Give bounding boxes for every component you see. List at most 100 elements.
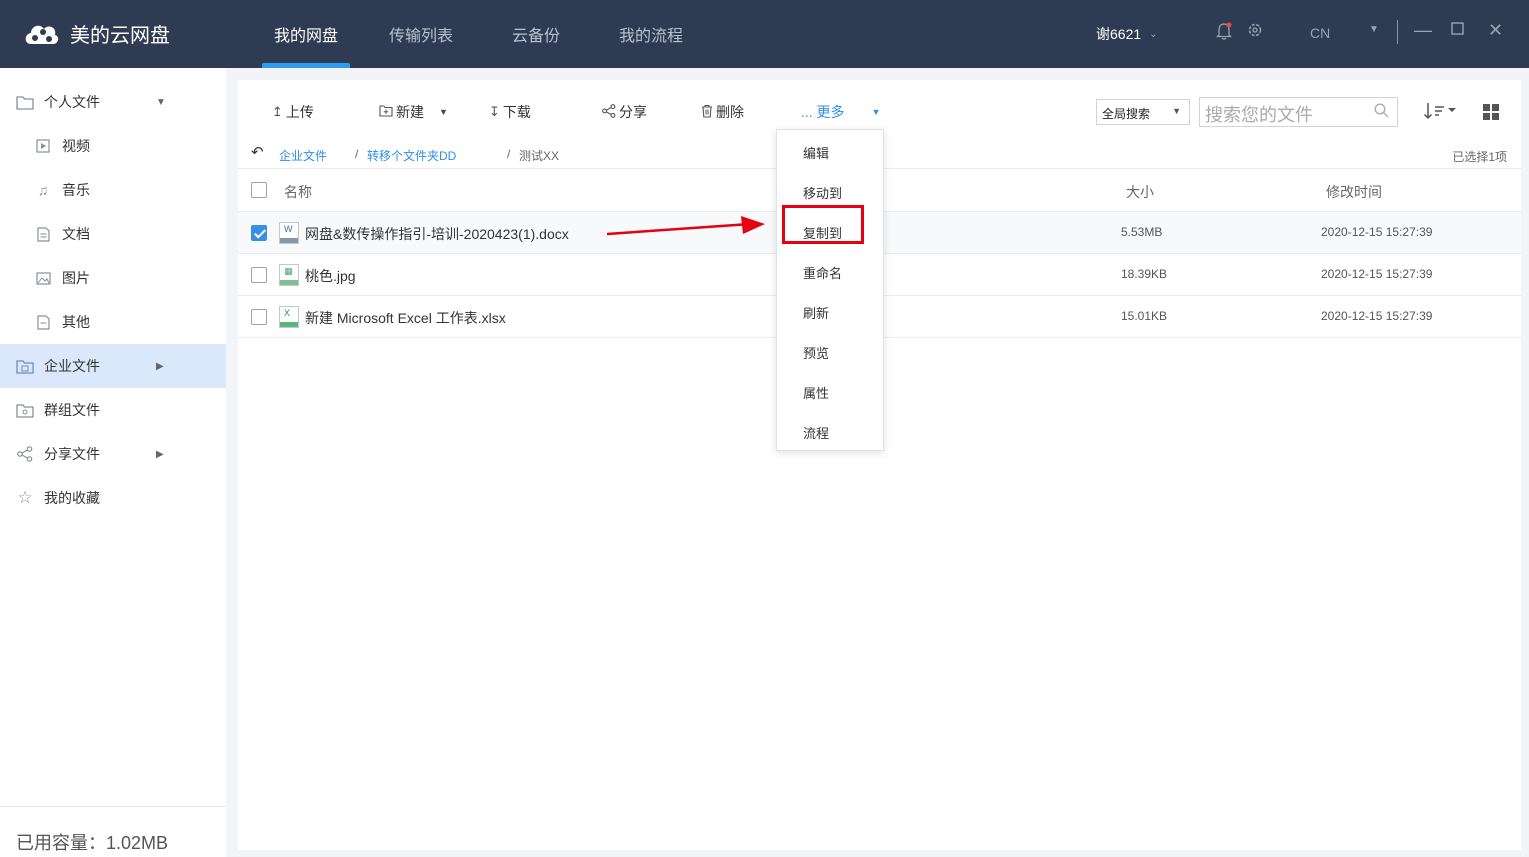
sidebar-item-favorites[interactable]: ☆ 我的收藏 [0,476,226,520]
tab-cloud-backup[interactable]: 云备份 [512,22,560,46]
file-mtime: 2020-12-15 15:27:39 [1321,225,1433,239]
top-bar: 美的云网盘 我的网盘 传输列表 云备份 我的流程 谢6621 ⌄ CN ▼ — … [0,0,1529,68]
search-icon[interactable] [1374,103,1389,121]
file-mtime: 2020-12-15 15:27:39 [1321,309,1433,323]
search-input[interactable]: 搜索您的文件 [1199,97,1398,127]
video-icon [34,137,52,155]
tab-my-drive[interactable]: 我的网盘 [274,22,338,46]
active-tab-indicator [262,63,350,68]
column-name-header[interactable]: 名称 [284,182,312,202]
sidebar-item-video[interactable]: 视频 [0,124,226,168]
group-folder-icon [16,401,34,419]
caret-down-icon[interactable]: ▼ [872,107,881,117]
file-size: 5.53MB [1121,225,1163,239]
language-selector[interactable]: CN [1310,25,1330,41]
row-checkbox[interactable] [251,267,267,283]
breadcrumb-separator: / [507,147,511,161]
highlight-box-annotation [782,205,864,244]
download-button[interactable]: ↧ 下载 [489,102,531,122]
gear-icon[interactable] [1247,22,1263,43]
sidebar-item-documents[interactable]: 文档 [0,212,226,256]
row-checkbox[interactable] [251,309,267,325]
image-icon [34,269,52,287]
sidebar-item-label: 企业文件 [44,358,100,374]
sidebar-item-other[interactable]: 其他 [0,300,226,344]
caret-down-icon: ▼ [1172,106,1181,116]
upload-label: 上传 [285,104,314,120]
search-placeholder: 搜索您的文件 [1205,105,1313,125]
file-name[interactable]: 新建 Microsoft Excel 工作表.xlsx [305,308,506,328]
caret-down-icon[interactable]: ▼ [1369,24,1379,35]
file-mtime: 2020-12-15 15:27:39 [1321,267,1433,281]
selection-count: 已选择1项 [1452,150,1507,164]
cloud-logo-icon [25,25,59,44]
minimize-icon[interactable]: — [1414,20,1432,41]
new-button[interactable]: 新建 ▼ [379,102,448,122]
sidebar-item-label: 其他 [62,314,90,330]
maximize-icon[interactable] [1451,22,1464,40]
sidebar-item-label: 音乐 [62,182,90,198]
user-name: 谢6621 [1096,26,1142,42]
sidebar-item-enterprise-files[interactable]: 企业文件 ▶ [0,344,226,388]
share-button[interactable]: 分享 [602,102,647,122]
search-scope-select[interactable]: 全局搜索 ▼ [1096,99,1190,125]
download-icon: ↧ [489,104,500,119]
star-icon: ☆ [17,488,33,507]
other-icon [34,313,52,331]
caret-right-icon[interactable]: ▶ [156,449,164,460]
tab-transfer-list[interactable]: 传输列表 [389,22,453,46]
menu-item-edit[interactable]: 编辑 [803,143,829,162]
menu-item-refresh[interactable]: 刷新 [803,303,829,322]
menu-item-properties[interactable]: 属性 [803,383,829,402]
close-icon[interactable]: ✕ [1488,20,1503,41]
search-scope-value: 全局搜索 [1102,107,1151,121]
enterprise-folder-icon [16,357,34,375]
delete-label: 删除 [716,104,744,120]
more-button[interactable]: ... 更多 ▼ [801,102,880,122]
menu-item-move-to[interactable]: 移动到 [803,183,842,202]
document-icon [34,225,52,243]
breadcrumb-item[interactable]: 转移个文件夹DD [367,147,456,164]
folder-icon [16,93,34,111]
breadcrumb-separator: / [355,147,359,161]
music-icon: ♫ [37,182,49,198]
breadcrumb-item[interactable]: 企业文件 [279,147,327,164]
user-menu[interactable]: 谢6621 ⌄ [1096,24,1158,44]
sidebar-item-personal-files[interactable]: 个人文件 ▼ [0,80,226,124]
sidebar-item-music[interactable]: ♫ 音乐 [0,168,226,212]
caret-down-icon[interactable]: ▼ [439,107,448,117]
sidebar-item-group-files[interactable]: 群组文件 [0,388,226,432]
back-icon[interactable]: ↶ [251,143,264,161]
storage-capacity: 已用容量：1.02MB [0,806,226,857]
upload-button[interactable]: ↥ 上传 [272,102,314,122]
red-arrow-annotation [606,216,765,236]
bell-icon[interactable] [1215,22,1233,45]
share-icon [16,445,34,463]
share-icon [602,103,616,121]
file-size: 18.39KB [1121,267,1168,281]
menu-item-preview[interactable]: 预览 [803,343,829,362]
sidebar-item-label: 视频 [62,138,90,154]
app-logo: 美的云网盘 [22,18,170,48]
sidebar-item-images[interactable]: 图片 [0,256,226,300]
sidebar-item-label: 图片 [62,270,90,286]
menu-item-workflow[interactable]: 流程 [803,423,829,442]
grid-view-icon[interactable] [1483,104,1499,123]
tab-my-workflow[interactable]: 我的流程 [619,22,683,46]
file-name[interactable]: 桃色.jpg [305,266,356,286]
sidebar-item-shared-files[interactable]: 分享文件 ▶ [0,432,226,476]
file-size: 15.01KB [1121,309,1168,323]
caret-down-icon[interactable]: ▼ [156,97,166,108]
app-title: 美的云网盘 [70,24,170,47]
sidebar-item-label: 群组文件 [44,402,100,418]
caret-right-icon[interactable]: ▶ [156,361,164,372]
file-name[interactable]: 网盘&数传操作指引-培训-2020423(1).docx [305,224,569,244]
column-mtime-header[interactable]: 修改时间 [1326,182,1382,202]
column-size-header[interactable]: 大小 [1126,182,1154,202]
delete-button[interactable]: 删除 [701,102,744,122]
upload-icon: ↥ [272,104,283,119]
menu-item-rename[interactable]: 重命名 [803,263,842,282]
select-all-checkbox[interactable] [251,182,267,198]
row-checkbox[interactable] [251,225,267,241]
sort-icon[interactable] [1423,101,1457,124]
